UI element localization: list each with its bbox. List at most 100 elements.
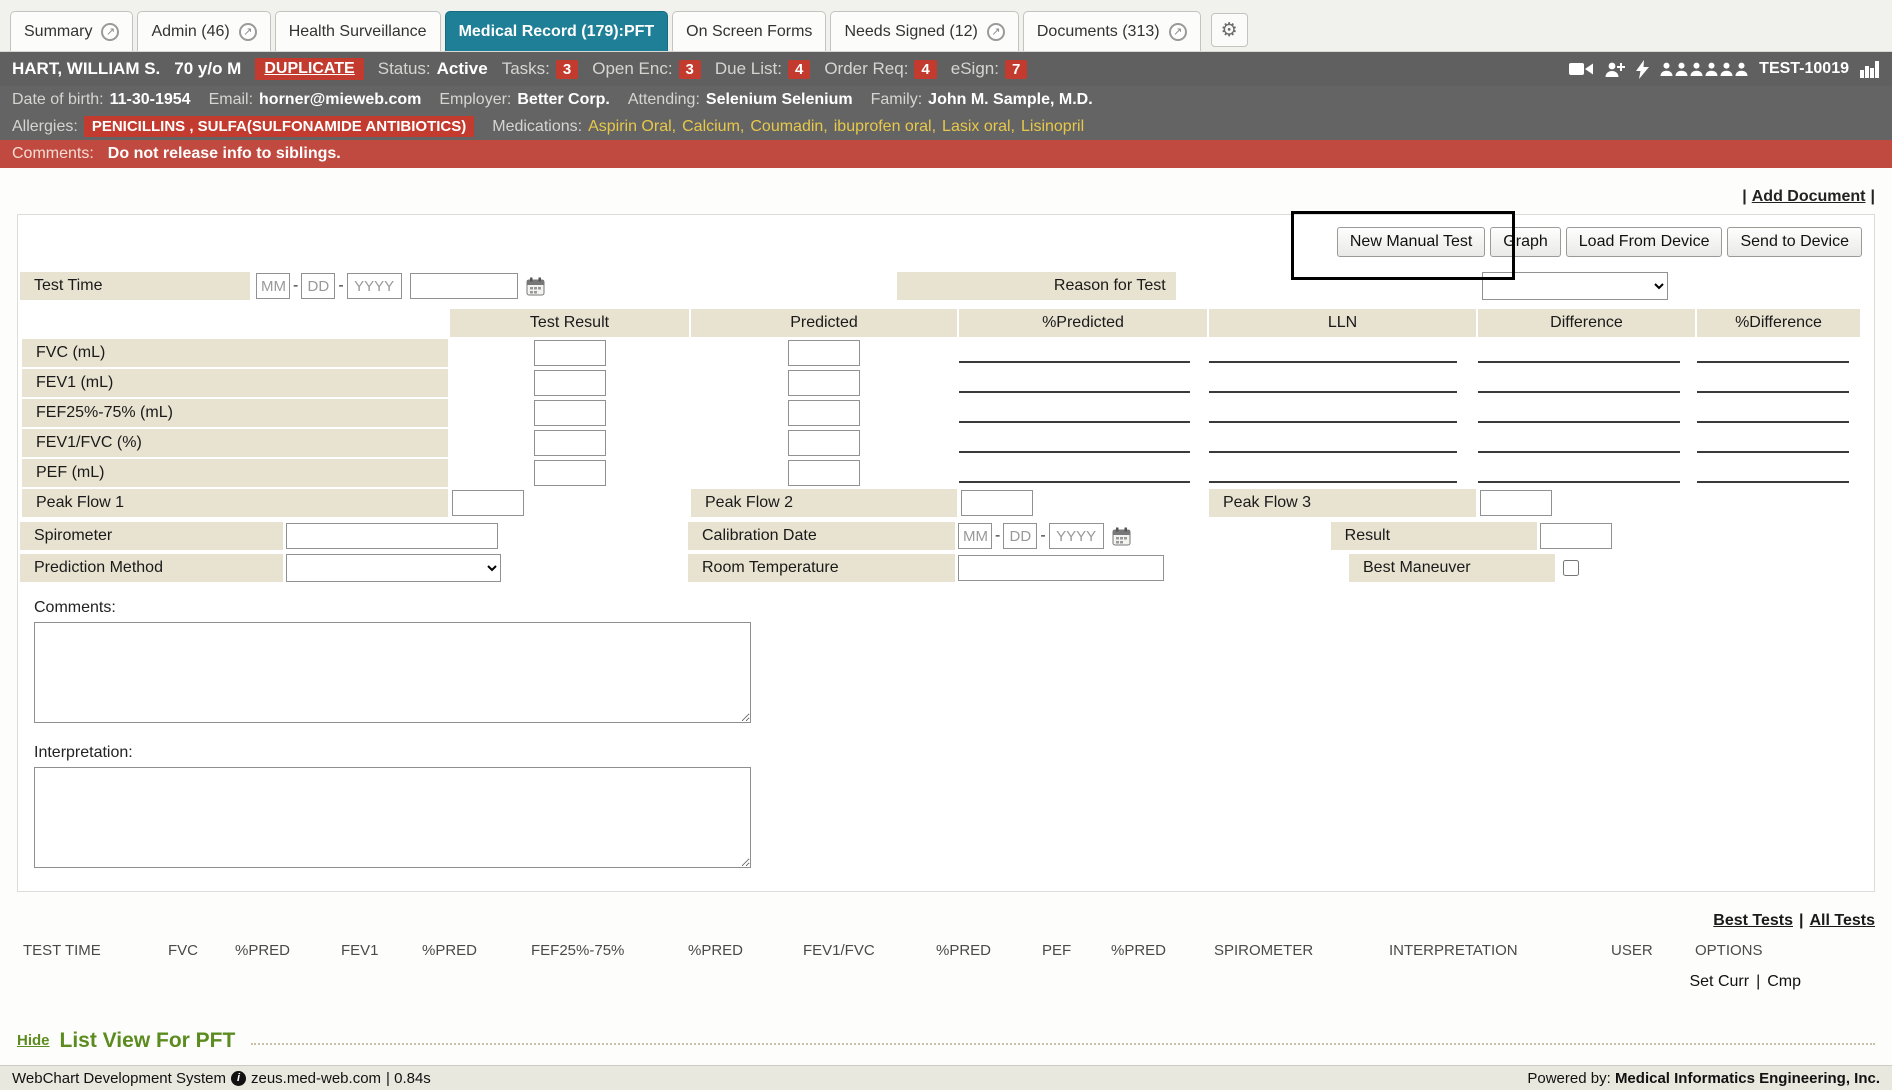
reason-for-test-select[interactable] bbox=[1482, 272, 1668, 300]
set-curr-link[interactable]: Set Curr bbox=[1689, 973, 1749, 991]
test-time-month-input[interactable] bbox=[256, 273, 290, 299]
email-field: Email: horner@mieweb.com bbox=[209, 91, 422, 109]
calibration-year-input[interactable] bbox=[1049, 523, 1104, 549]
pef-test-result-input[interactable] bbox=[534, 460, 606, 486]
esign-counter: eSign: 7 bbox=[951, 59, 1028, 79]
best-maneuver-checkbox[interactable] bbox=[1563, 560, 1579, 576]
esign-badge[interactable]: 7 bbox=[1005, 60, 1027, 79]
list-view-title-row: Hide List View For PFT bbox=[17, 1029, 1875, 1053]
tab-documents[interactable]: Documents (313) ↗ bbox=[1023, 11, 1201, 51]
value-line bbox=[1697, 343, 1849, 363]
pef-predicted-input[interactable] bbox=[788, 460, 860, 486]
active-users-icons bbox=[1660, 62, 1748, 76]
tests-filter-links: Best Tests | All Tests bbox=[17, 912, 1875, 930]
tasks-counter: Tasks: 3 bbox=[502, 59, 579, 79]
info-icon[interactable]: i bbox=[231, 1071, 246, 1086]
chart-comments-bar: Comments: Do not release info to sibling… bbox=[0, 140, 1892, 168]
medication-link[interactable]: Calcium bbox=[682, 118, 740, 136]
result-input[interactable] bbox=[1540, 523, 1612, 549]
popup-window-icon[interactable]: ↗ bbox=[1169, 23, 1187, 41]
best-tests-link[interactable]: Best Tests bbox=[1713, 912, 1793, 930]
status-field: Status: Active bbox=[378, 59, 488, 79]
peak-flow-1-input[interactable] bbox=[452, 490, 524, 516]
medication-link[interactable]: Aspirin Oral bbox=[588, 118, 672, 136]
medication-link[interactable]: ibuprofen oral bbox=[834, 118, 932, 136]
hide-list-link[interactable]: Hide bbox=[17, 1032, 50, 1049]
powered-by-label: Powered by: bbox=[1527, 1070, 1610, 1087]
fvc-predicted-input[interactable] bbox=[788, 340, 860, 366]
employer-value: Better Corp. bbox=[517, 91, 609, 109]
open-enc-badge[interactable]: 3 bbox=[679, 60, 701, 79]
room-temperature-input[interactable] bbox=[958, 555, 1164, 581]
all-tests-link[interactable]: All Tests bbox=[1810, 912, 1876, 930]
prediction-method-select[interactable] bbox=[286, 554, 501, 582]
test-time-day-input[interactable] bbox=[301, 273, 335, 299]
fvc-test-result-input[interactable] bbox=[534, 340, 606, 366]
medication-link[interactable]: Lisinopril bbox=[1021, 118, 1084, 136]
fef25-75-predicted-input[interactable] bbox=[788, 400, 860, 426]
new-manual-test-button[interactable]: New Manual Test bbox=[1337, 227, 1485, 257]
table-header-row: Test Result Predicted %Predicted LLN Dif… bbox=[22, 309, 1860, 337]
duplicate-badge[interactable]: DUPLICATE bbox=[255, 58, 363, 80]
value-line bbox=[959, 433, 1190, 453]
allergies-badge[interactable]: PENICILLINS , SULFA(SULFONAMIDE ANTIBIOT… bbox=[84, 116, 474, 137]
load-from-device-button[interactable]: Load From Device bbox=[1566, 227, 1723, 257]
form-comments-textarea[interactable] bbox=[34, 622, 751, 723]
medication-link[interactable]: Lasix oral bbox=[942, 118, 1010, 136]
tab-bar: Summary ↗ Admin (46) ↗ Health Surveillan… bbox=[0, 0, 1892, 52]
medications-label: Medications: bbox=[492, 118, 582, 136]
gear-icon: ⚙ bbox=[1221, 21, 1238, 40]
tab-label: Summary bbox=[24, 23, 92, 41]
add-document-link[interactable]: Add Document bbox=[1752, 188, 1866, 206]
order-req-badge[interactable]: 4 bbox=[914, 60, 936, 79]
settings-gear-button[interactable]: ⚙ bbox=[1211, 13, 1248, 47]
cmp-link[interactable]: Cmp bbox=[1767, 973, 1801, 991]
peak-flow-3-input[interactable] bbox=[1480, 490, 1552, 516]
tab-medical-record-pft[interactable]: Medical Record (179):PFT bbox=[445, 11, 669, 51]
dob-field: Date of birth: 11-30-1954 bbox=[12, 91, 191, 109]
calendar-icon[interactable] bbox=[1112, 527, 1131, 546]
interpretation-textarea[interactable] bbox=[34, 767, 751, 868]
graph-button[interactable]: Graph bbox=[1490, 227, 1560, 257]
tab-needs-signed[interactable]: Needs Signed (12) ↗ bbox=[830, 11, 1018, 51]
medication-link[interactable]: Coumadin bbox=[750, 118, 823, 136]
popup-window-icon[interactable]: ↗ bbox=[101, 23, 119, 41]
fev1-test-result-input[interactable] bbox=[534, 370, 606, 396]
fef25-75-test-result-input[interactable] bbox=[534, 400, 606, 426]
popup-window-icon[interactable]: ↗ bbox=[239, 23, 257, 41]
peak-flow-2-input[interactable] bbox=[961, 490, 1033, 516]
popup-window-icon[interactable]: ↗ bbox=[987, 23, 1005, 41]
lightning-icon[interactable] bbox=[1636, 60, 1649, 79]
calibration-day-input[interactable] bbox=[1003, 523, 1037, 549]
flowsheet-chart-icon[interactable] bbox=[1860, 61, 1880, 78]
test-time-label: Test Time bbox=[20, 272, 250, 300]
patient-header-bar: HART, WILLIAM S. 70 y/o M DUPLICATE Stat… bbox=[0, 52, 1892, 86]
tab-on-screen-forms[interactable]: On Screen Forms bbox=[672, 11, 826, 51]
results-col-user: USER bbox=[1611, 942, 1695, 959]
calendar-icon[interactable] bbox=[526, 277, 545, 296]
tab-health-surveillance[interactable]: Health Surveillance bbox=[275, 11, 441, 51]
test-time-year-input[interactable] bbox=[347, 273, 402, 299]
fev1-fvc-test-result-input[interactable] bbox=[534, 430, 606, 456]
results-col-spirometer: SPIROMETER bbox=[1214, 942, 1389, 959]
spirometer-input[interactable] bbox=[286, 523, 498, 549]
powered-by-value: Medical Informatics Engineering, Inc. bbox=[1615, 1070, 1880, 1087]
due-list-badge[interactable]: 4 bbox=[788, 60, 810, 79]
add-person-icon[interactable] bbox=[1604, 61, 1625, 78]
fev1-fvc-predicted-input[interactable] bbox=[788, 430, 860, 456]
calibration-month-input[interactable] bbox=[958, 523, 992, 549]
tasks-badge[interactable]: 3 bbox=[556, 60, 578, 79]
pft-form-panel: New Manual Test Graph Load From Device S… bbox=[17, 214, 1875, 892]
medication-separator: , bbox=[823, 118, 827, 136]
value-line bbox=[1697, 433, 1849, 453]
email-value: horner@mieweb.com bbox=[259, 91, 421, 109]
tab-summary[interactable]: Summary ↗ bbox=[10, 11, 133, 51]
tab-admin[interactable]: Admin (46) ↗ bbox=[137, 11, 270, 51]
allergies-medications-row: Allergies: PENICILLINS , SULFA(SULFONAMI… bbox=[0, 113, 1892, 140]
fev1-predicted-input[interactable] bbox=[788, 370, 860, 396]
video-camera-icon[interactable] bbox=[1569, 61, 1593, 77]
medication-separator: , bbox=[740, 118, 744, 136]
person-icon bbox=[1735, 62, 1748, 76]
test-time-time-input[interactable] bbox=[410, 273, 518, 299]
send-to-device-button[interactable]: Send to Device bbox=[1727, 227, 1862, 257]
